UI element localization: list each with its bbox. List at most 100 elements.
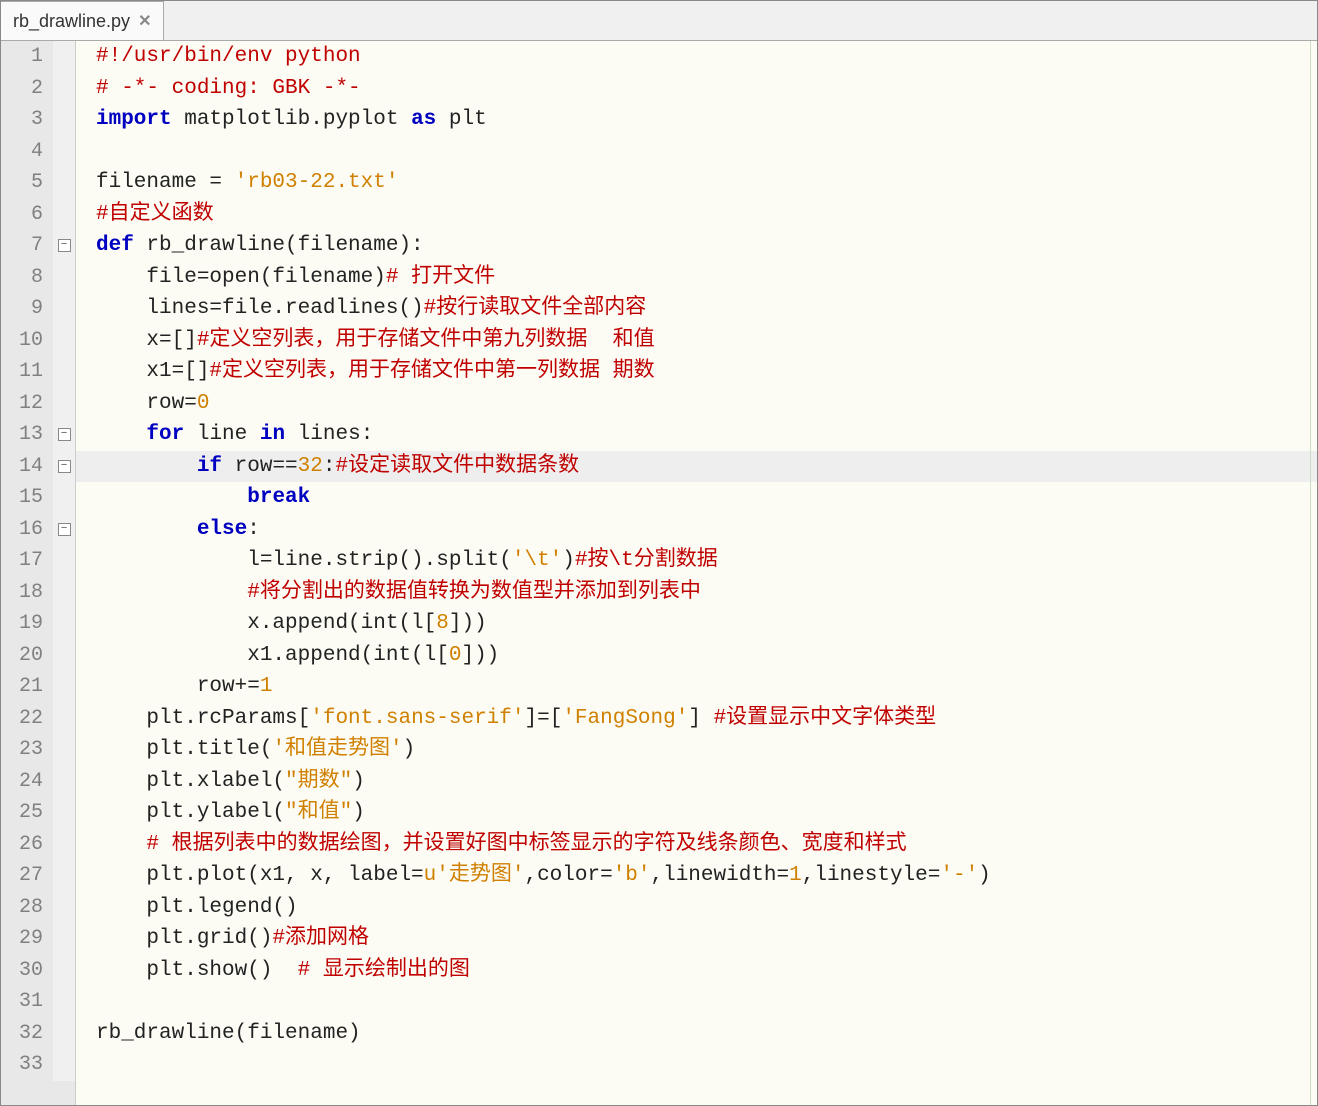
code-line[interactable]: plt.grid()#添加网格 xyxy=(76,923,1317,955)
code-line[interactable]: x=[]#定义空列表，用于存储文件中第九列数据 和值 xyxy=(76,325,1317,357)
line-number: 16 xyxy=(1,518,53,541)
token-comment: #!/usr/bin/env python xyxy=(96,41,361,73)
token-default: x1.append(int(l[ xyxy=(96,640,449,672)
code-line[interactable]: #自定义函数 xyxy=(76,199,1317,231)
token-default: plt.rcParams[ xyxy=(96,703,310,735)
gutter-row: 28 xyxy=(1,892,75,924)
code-line[interactable]: if row==32:#设定读取文件中数据条数 xyxy=(76,451,1317,483)
code-line[interactable]: rb_drawline(filename) xyxy=(76,1018,1317,1050)
code-line[interactable]: plt.ylabel("和值") xyxy=(76,797,1317,829)
code-line[interactable]: x1=[]#定义空列表，用于存储文件中第一列数据 期数 xyxy=(76,356,1317,388)
token-comment: #定义空列表，用于存储文件中第一列数据 期数 xyxy=(209,356,654,388)
token-default: plt.grid() xyxy=(96,923,272,955)
token-default: matplotlib.pyplot xyxy=(172,104,411,136)
token-default: ] xyxy=(688,703,713,735)
token-comment: # 打开文件 xyxy=(386,262,495,294)
fold-column xyxy=(53,703,75,735)
code-line[interactable]: plt.legend() xyxy=(76,892,1317,924)
token-default: filename = xyxy=(96,167,235,199)
token-default: ) xyxy=(403,734,416,766)
line-number: 17 xyxy=(1,549,53,572)
code-line[interactable]: filename = 'rb03-22.txt' xyxy=(76,167,1317,199)
token-default: ,color= xyxy=(524,860,612,892)
code-line[interactable]: break xyxy=(76,482,1317,514)
code-line[interactable] xyxy=(76,136,1317,168)
code-line[interactable]: for line in lines: xyxy=(76,419,1317,451)
code-line[interactable]: row=0 xyxy=(76,388,1317,420)
tab-bar: rb_drawline.py ✕ xyxy=(1,1,1317,41)
gutter-row: 32 xyxy=(1,1018,75,1050)
line-number: 12 xyxy=(1,392,53,415)
token-comment: #按行读取文件全部内容 xyxy=(424,293,647,325)
code-line[interactable]: plt.xlabel("期数") xyxy=(76,766,1317,798)
line-number: 31 xyxy=(1,990,53,1013)
code-line[interactable]: plt.title('和值走势图') xyxy=(76,734,1317,766)
code-line[interactable]: l=line.strip().split('\t')#按\t分割数据 xyxy=(76,545,1317,577)
token-default: l=line.strip().split( xyxy=(96,545,512,577)
code-line[interactable]: else: xyxy=(76,514,1317,546)
code-line[interactable]: plt.plot(x1, x, label=u'走势图',color='b',l… xyxy=(76,860,1317,892)
code-area[interactable]: #!/usr/bin/env python# -*- coding: GBK -… xyxy=(76,41,1317,1105)
fold-collapse-icon[interactable]: − xyxy=(58,460,71,473)
line-number: 11 xyxy=(1,360,53,383)
token-default xyxy=(96,514,197,546)
code-line[interactable]: file=open(filename)# 打开文件 xyxy=(76,262,1317,294)
fold-column xyxy=(53,671,75,703)
gutter-row: 2 xyxy=(1,73,75,105)
token-string: 'b' xyxy=(613,860,651,892)
code-line[interactable]: x.append(int(l[8])) xyxy=(76,608,1317,640)
close-icon[interactable]: ✕ xyxy=(138,11,151,31)
line-number: 19 xyxy=(1,612,53,635)
line-number: 7 xyxy=(1,234,53,257)
code-line[interactable]: x1.append(int(l[0])) xyxy=(76,640,1317,672)
line-number: 1 xyxy=(1,45,53,68)
token-default: ) xyxy=(978,860,991,892)
token-default: ])) xyxy=(449,608,487,640)
fold-collapse-icon[interactable]: − xyxy=(58,428,71,441)
line-number: 28 xyxy=(1,896,53,919)
code-line[interactable]: import matplotlib.pyplot as plt xyxy=(76,104,1317,136)
token-default xyxy=(96,577,247,609)
fold-column xyxy=(53,892,75,924)
code-line[interactable]: lines=file.readlines()#按行读取文件全部内容 xyxy=(76,293,1317,325)
fold-column xyxy=(53,167,75,199)
code-line[interactable]: #!/usr/bin/env python xyxy=(76,41,1317,73)
gutter-row: 15 xyxy=(1,482,75,514)
line-number: 6 xyxy=(1,203,53,226)
token-number: 0 xyxy=(197,388,210,420)
fold-column xyxy=(53,640,75,672)
right-margin-guide xyxy=(1310,41,1311,1105)
token-number: 1 xyxy=(260,671,273,703)
token-comment: #定义空列表，用于存储文件中第九列数据 和值 xyxy=(197,325,655,357)
fold-column xyxy=(53,766,75,798)
token-string: u'走势图' xyxy=(424,860,525,892)
token-string: '-' xyxy=(940,860,978,892)
gutter-row: 19 xyxy=(1,608,75,640)
code-line[interactable]: def rb_drawline(filename): xyxy=(76,230,1317,262)
token-string: 'FangSong' xyxy=(562,703,688,735)
code-line[interactable]: #将分割出的数据值转换为数值型并添加到列表中 xyxy=(76,577,1317,609)
line-number: 15 xyxy=(1,486,53,509)
gutter-row: 4 xyxy=(1,136,75,168)
code-line[interactable]: row+=1 xyxy=(76,671,1317,703)
token-comment: #按\t分割数据 xyxy=(575,545,718,577)
fold-column xyxy=(53,923,75,955)
file-tab[interactable]: rb_drawline.py ✕ xyxy=(1,1,164,40)
code-line[interactable] xyxy=(76,1049,1317,1081)
gutter-row: 18 xyxy=(1,577,75,609)
fold-collapse-icon[interactable]: − xyxy=(58,239,71,252)
fold-collapse-icon[interactable]: − xyxy=(58,523,71,536)
code-line[interactable]: # 根据列表中的数据绘图，并设置好图中标签显示的字符及线条颜色、宽度和样式 xyxy=(76,829,1317,861)
token-default: plt.ylabel( xyxy=(96,797,285,829)
code-line[interactable]: # -*- coding: GBK -*- xyxy=(76,73,1317,105)
gutter-row: 12 xyxy=(1,388,75,420)
token-default: : xyxy=(323,451,336,483)
code-line[interactable]: plt.rcParams['font.sans-serif']=['FangSo… xyxy=(76,703,1317,735)
code-line[interactable]: plt.show() # 显示绘制出的图 xyxy=(76,955,1317,987)
code-line[interactable] xyxy=(76,986,1317,1018)
gutter-row: 31 xyxy=(1,986,75,1018)
token-default: rb_drawline(filename) xyxy=(96,1018,361,1050)
token-default: x1=[] xyxy=(96,356,209,388)
token-default: lines=file.readlines() xyxy=(96,293,424,325)
token-default: ]=[ xyxy=(525,703,563,735)
